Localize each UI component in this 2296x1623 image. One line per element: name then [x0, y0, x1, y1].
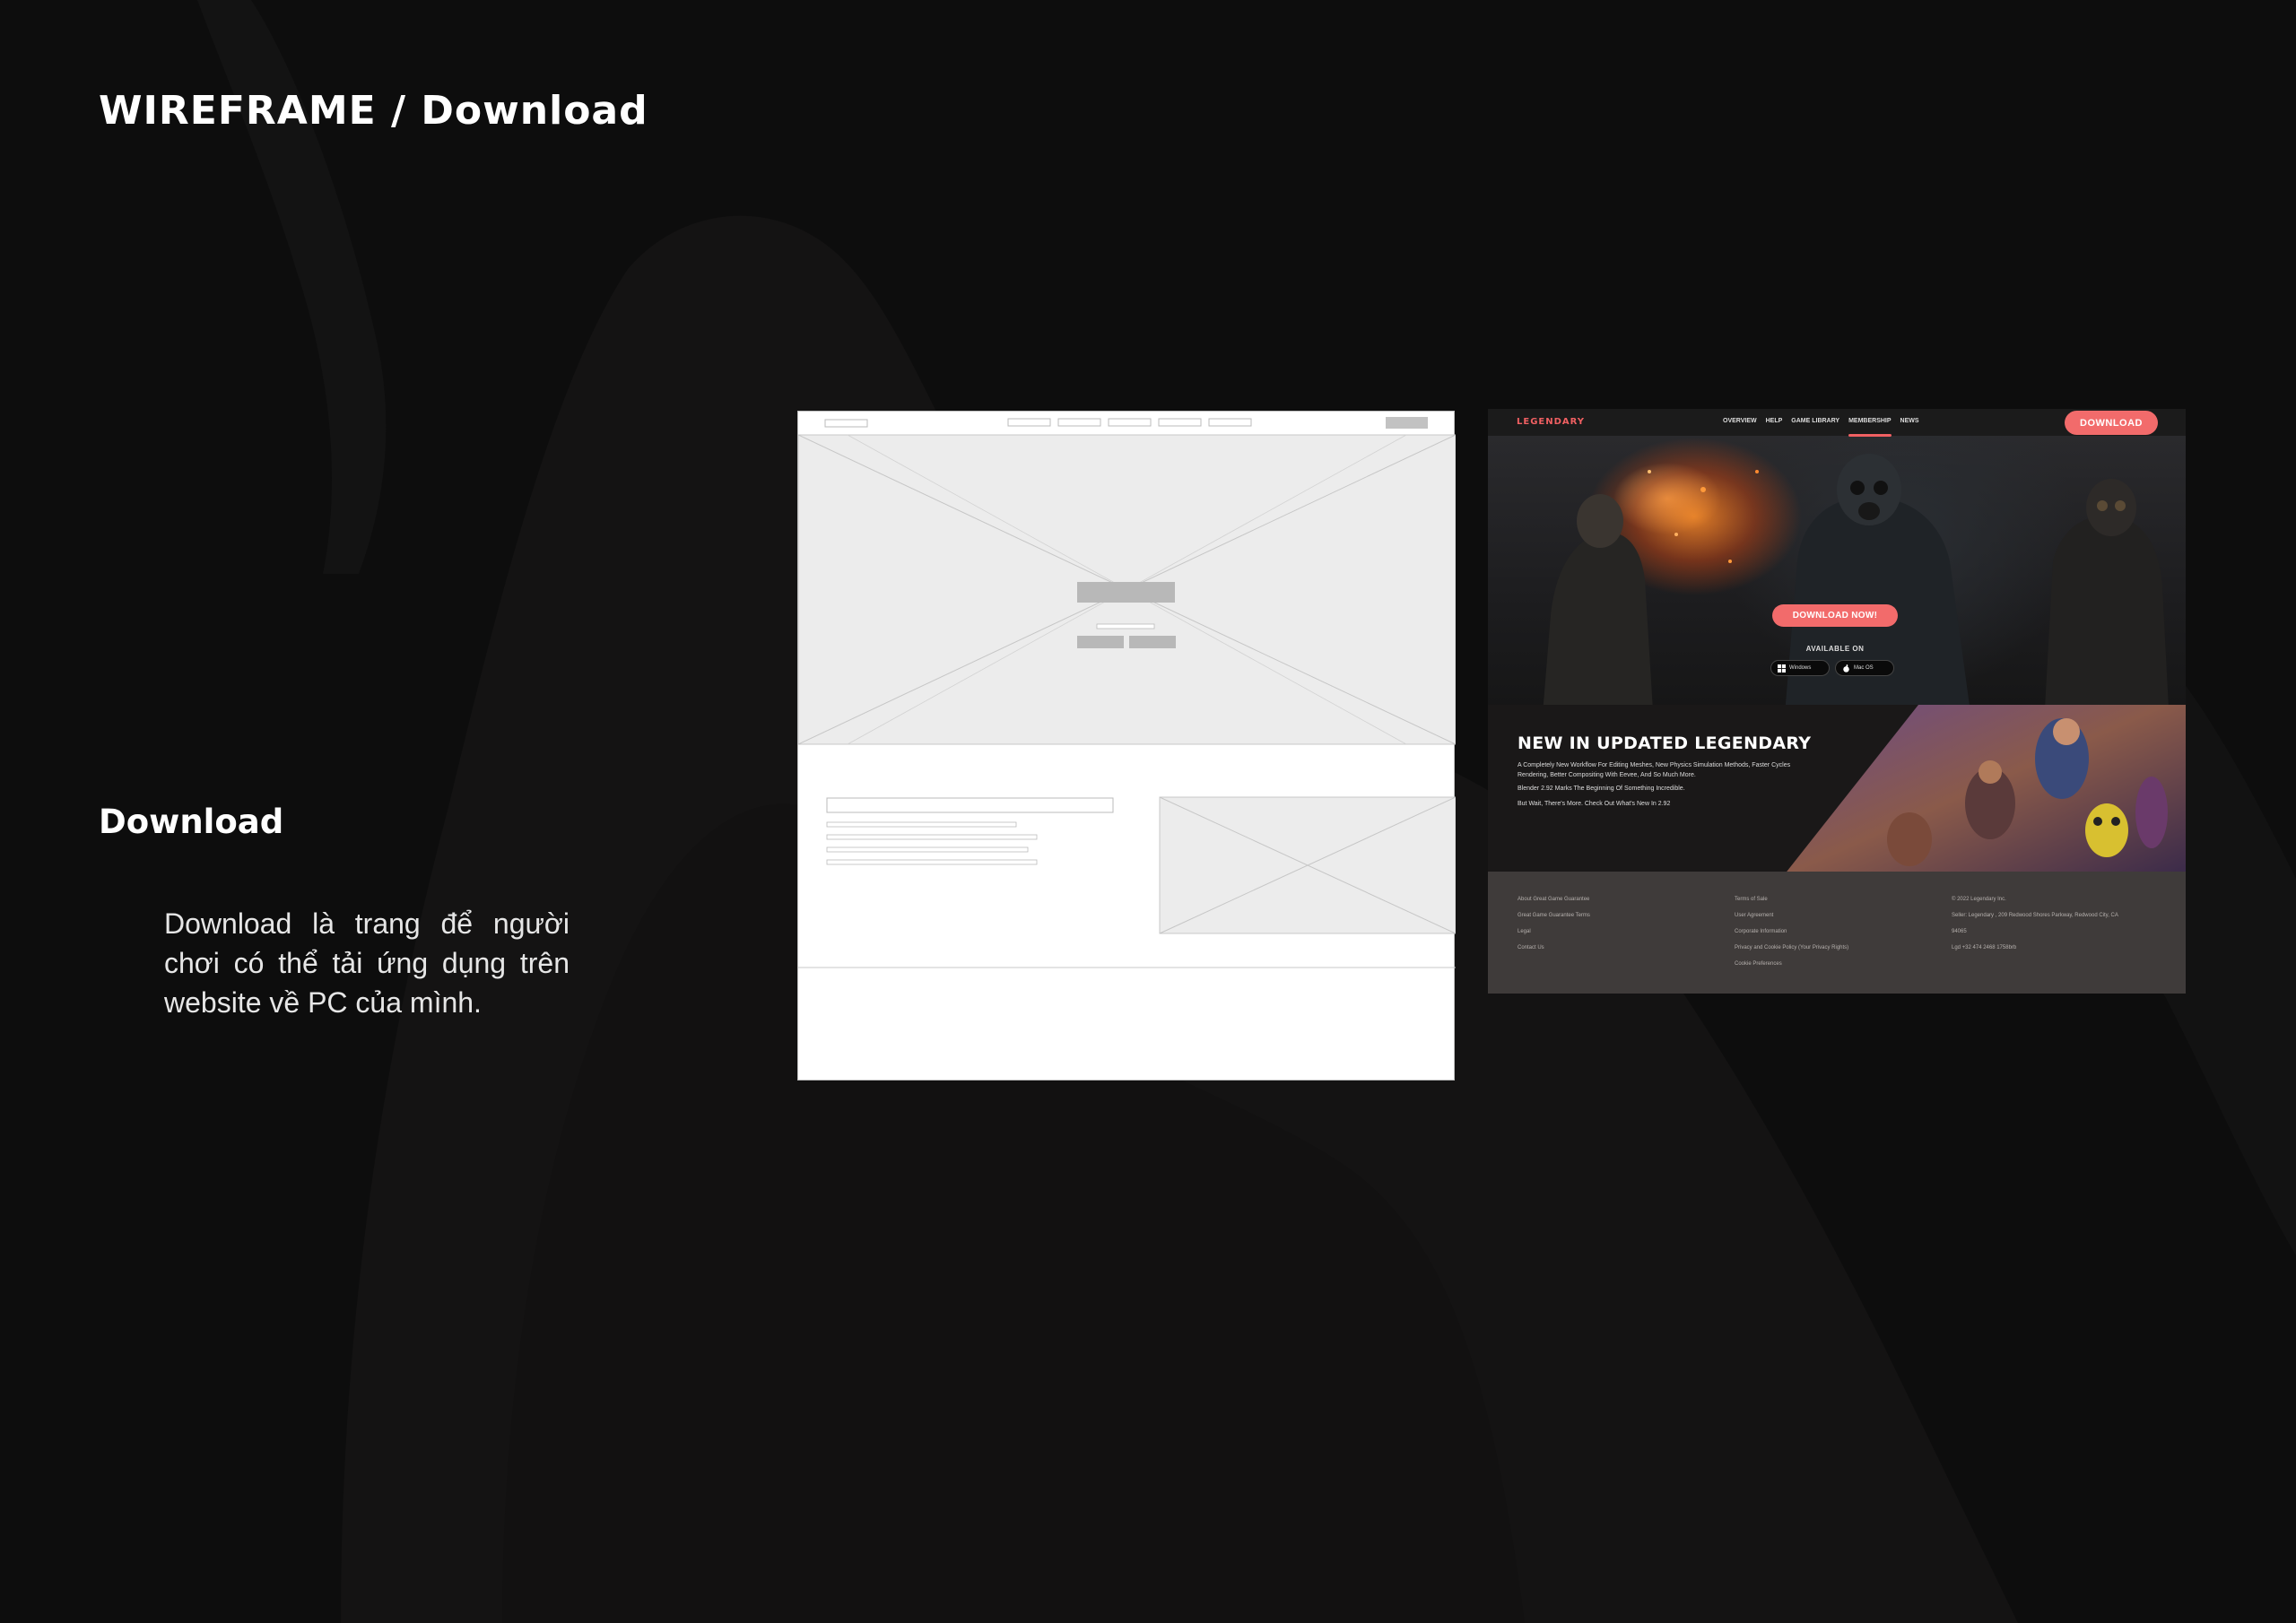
- nav-membership[interactable]: MEMBERSHIP: [1848, 418, 1892, 437]
- news-section: NEW IN UPDATED LEGENDARY A Completely Ne…: [1488, 705, 2186, 890]
- footer-link[interactable]: Privacy and Cookie Policy (Your Privacy …: [1735, 943, 1848, 959]
- wf-text-line: [826, 846, 1029, 853]
- nav-news[interactable]: NEWS: [1900, 418, 1919, 424]
- news-title: NEW IN UPDATED LEGENDARY: [1518, 733, 1812, 753]
- section-heading: Download: [99, 803, 284, 841]
- mockup-navbar: LEGENDARY OVERVIEW HELP GAME LIBRARY MEM…: [1488, 409, 2186, 437]
- footer-link[interactable]: About Great Game Guarantee: [1518, 895, 1590, 911]
- wf-nav-item: [1007, 418, 1051, 427]
- footer-link[interactable]: Cookie Preferences: [1735, 959, 1848, 976]
- footer-text: © 2022 Legendary Inc.: [1952, 897, 2006, 902]
- wf-nav-button: [1386, 417, 1428, 429]
- wf-logo-placeholder: [824, 419, 868, 428]
- footer-link[interactable]: User Agreement: [1735, 911, 1848, 927]
- nav-download-button[interactable]: DOWNLOAD: [2065, 411, 2158, 435]
- hero-image: [1488, 436, 2186, 725]
- windows-button[interactable]: Windows: [1770, 660, 1830, 676]
- nav-overview[interactable]: OVERVIEW: [1723, 418, 1757, 424]
- mockup-nav-links: OVERVIEW HELP GAME LIBRARY MEMBERSHIP NE…: [1723, 418, 1919, 437]
- available-on-label: AVAILABLE ON: [1805, 645, 1865, 653]
- news-paragraph: But Wait, There's More. Check Out What's…: [1518, 801, 1671, 807]
- hero-soldiers-artwork: [1542, 454, 2170, 725]
- wf-text-line: [826, 821, 1017, 828]
- wf-nav-item: [1108, 418, 1152, 427]
- design-mockup: LEGENDARY OVERVIEW HELP GAME LIBRARY MEM…: [1488, 409, 2186, 994]
- nav-help[interactable]: HELP: [1766, 418, 1783, 424]
- footer-link[interactable]: Legal: [1518, 927, 1590, 943]
- wireframe-panel: [797, 411, 1456, 1081]
- wf-heading-placeholder: [826, 797, 1114, 813]
- wf-platform-button: [1077, 636, 1124, 648]
- news-paragraph: Blender 2.92 Marks The Beginning Of Some…: [1518, 785, 1685, 792]
- macos-button[interactable]: Mac OS: [1835, 660, 1894, 676]
- footer-link[interactable]: Terms of Sale: [1735, 895, 1848, 911]
- slide-title: WIREFRAME / Download: [99, 88, 648, 134]
- platform-buttons: Windows Mac OS: [1770, 660, 1894, 676]
- footer-column-2: Terms of Sale User Agreement Corporate I…: [1735, 895, 1848, 976]
- footer-link[interactable]: Great Game Guarantee Terms: [1518, 911, 1590, 927]
- wf-cta-button: [1077, 582, 1175, 603]
- macos-label: Mac OS: [1854, 665, 1874, 671]
- section-description: Download là trang để người chơi có thể t…: [164, 907, 570, 1019]
- wf-nav-item: [1158, 418, 1202, 427]
- news-paragraph: A Completely New Workflow For Editing Me…: [1518, 762, 1791, 778]
- wireframe-drawing: [798, 417, 1456, 968]
- wf-text-line: [826, 834, 1038, 840]
- download-now-button[interactable]: DOWNLOAD NOW!: [1772, 604, 1898, 627]
- mockup-footer: About Great Game Guarantee Great Game Gu…: [1488, 872, 2186, 994]
- footer-text: Lgd +32 474 2468 1758brb: [1952, 945, 2017, 950]
- footer-link[interactable]: Contact Us: [1518, 943, 1590, 959]
- wf-nav-item: [1057, 418, 1101, 427]
- mockup-logo[interactable]: LEGENDARY: [1517, 417, 1585, 427]
- wf-platform-button: [1129, 636, 1176, 648]
- nav-game-library[interactable]: GAME LIBRARY: [1791, 418, 1839, 424]
- windows-label: Windows: [1789, 665, 1812, 671]
- footer-text: Seller: Legendary , 209 Redwood Shores P…: [1952, 913, 2118, 918]
- footer-link[interactable]: Corporate Information: [1735, 927, 1848, 943]
- footer-column-1: About Great Game Guarantee Great Game Gu…: [1518, 895, 1590, 959]
- apple-icon: [1843, 664, 1849, 673]
- windows-icon: [1778, 664, 1786, 673]
- wf-nav-item: [1208, 418, 1252, 427]
- footer-column-3: © 2022 Legendary Inc. Seller: Legendary …: [1952, 895, 2118, 959]
- wf-text-line: [826, 859, 1038, 865]
- wf-label: [1096, 623, 1155, 629]
- footer-text: 94065: [1952, 929, 1967, 934]
